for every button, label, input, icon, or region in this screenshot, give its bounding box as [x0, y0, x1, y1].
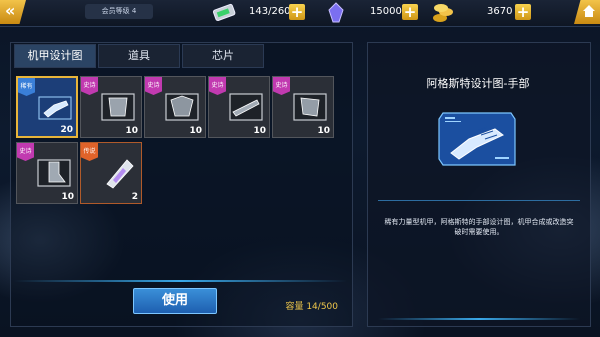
- mecha-chest-icon: [165, 93, 199, 121]
- member-level-badge[interactable]: 会员等级 4: [85, 4, 153, 19]
- tab-chips[interactable]: 芯片: [182, 44, 264, 68]
- use-button[interactable]: 使用: [133, 288, 217, 314]
- inventory-slot-shoulder[interactable]: 史诗 10: [272, 76, 334, 138]
- member-level-value: 4: [131, 7, 137, 15]
- item-count: 10: [317, 126, 330, 136]
- capsule-icon: [106, 159, 134, 189]
- mecha-leg-icon: [37, 159, 71, 187]
- gold-value: 3670: [487, 6, 513, 17]
- rarity-badge: 史诗: [145, 77, 162, 95]
- rarity-badge: 稀有: [18, 78, 35, 96]
- crystal-value: 15000: [370, 6, 402, 17]
- tab-mecha-blueprint[interactable]: 机甲设计图: [14, 44, 96, 68]
- rarity-badge: 史诗: [273, 77, 290, 95]
- back-button[interactable]: «: [0, 0, 26, 24]
- capacity-label: 容量 14/500: [285, 302, 338, 312]
- item-count: 2: [131, 192, 138, 202]
- item-detail-title: 阿格斯特设计图-手部: [426, 77, 530, 90]
- inventory-slot-torso[interactable]: 史诗 10: [80, 76, 142, 138]
- home-icon: [583, 5, 595, 17]
- mecha-torso-icon: [101, 93, 135, 121]
- member-level-label: 会员等级: [101, 7, 130, 15]
- rarity-badge: 传说: [81, 143, 98, 161]
- add-gold-button[interactable]: +: [515, 4, 531, 20]
- item-count: 10: [125, 126, 138, 136]
- inventory-slot-leg[interactable]: 史诗 10: [16, 142, 78, 204]
- energy-value: 143/260: [249, 6, 291, 17]
- inventory-slot-capsule[interactable]: 传说 2: [80, 142, 142, 204]
- item-count: 10: [253, 126, 266, 136]
- inventory-slot-chest[interactable]: 史诗 10: [144, 76, 206, 138]
- crystal-icon: [328, 2, 344, 23]
- item-count: 10: [189, 126, 202, 136]
- item-count: 10: [61, 192, 74, 202]
- add-energy-button[interactable]: +: [289, 4, 305, 20]
- rarity-badge: 史诗: [81, 77, 98, 95]
- inventory-slot-hand[interactable]: 稀有 20: [16, 76, 78, 138]
- mecha-hand-blueprint-icon: [438, 112, 516, 166]
- tab-items[interactable]: 道具: [98, 44, 180, 68]
- inventory-grid: 稀有 20 史诗 10 史诗 10 史诗 10 史诗 10 史诗 10 传说 2: [14, 68, 347, 280]
- detail-bottom-line: [378, 318, 580, 320]
- item-count: 20: [60, 125, 73, 135]
- add-crystal-button[interactable]: +: [402, 4, 418, 20]
- mecha-shoulder-icon: [293, 93, 327, 121]
- mecha-hand-icon: [38, 96, 72, 120]
- rarity-badge: 史诗: [209, 77, 226, 95]
- gold-coins-icon: [433, 4, 453, 22]
- energy-battery-icon: [212, 3, 236, 21]
- inventory-slot-arm[interactable]: 史诗 10: [208, 76, 270, 138]
- chevron-left-icon: «: [5, 1, 16, 20]
- rarity-badge: 史诗: [17, 143, 34, 161]
- top-bar: « 会员等级 4 143/260 + 15000 + 3670 +: [0, 0, 600, 27]
- inventory-divider: [14, 280, 347, 282]
- detail-divider: [378, 200, 580, 201]
- home-button[interactable]: [574, 0, 600, 24]
- item-detail-description: 稀有力量型机甲，阿格斯特的手部设计图，机甲合成或改造突破时需要使用。: [384, 218, 574, 236]
- mecha-arm-icon: [229, 93, 263, 121]
